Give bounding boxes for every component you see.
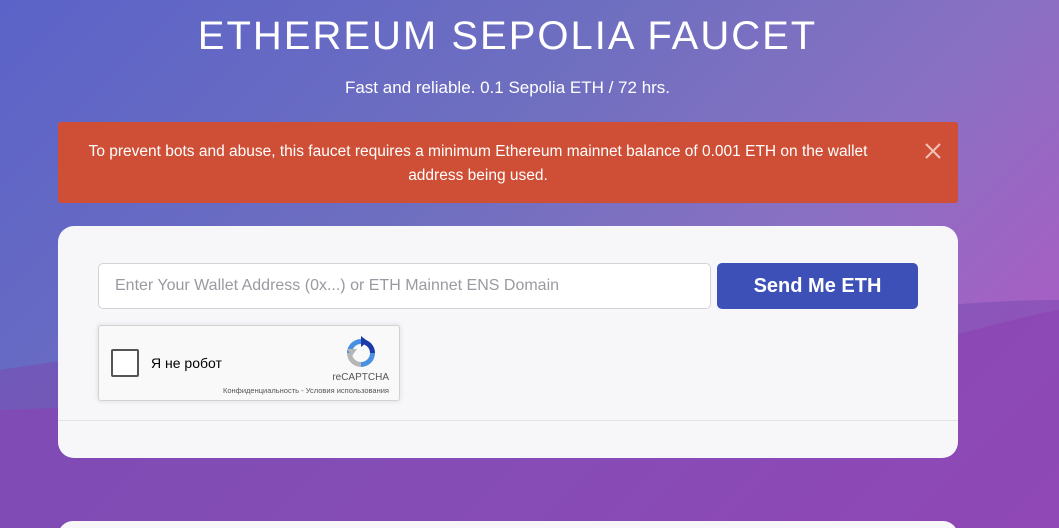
wallet-address-input[interactable] — [98, 263, 711, 309]
recaptcha-terms-link[interactable]: Условия использования — [306, 386, 389, 395]
recaptcha-links-separator: - — [301, 386, 304, 395]
alert-banner: To prevent bots and abuse, this faucet r… — [58, 122, 958, 203]
recaptcha-label: Я не робот — [151, 355, 222, 371]
card-divider — [58, 420, 958, 421]
recaptcha-widget: Я не робот reCAPTCHA Конфиденциальность … — [98, 325, 400, 401]
recaptcha-brand: reCAPTCHA — [332, 372, 389, 383]
page-subtitle: Fast and reliable. 0.1 Sepolia ETH / 72 … — [344, 78, 671, 97]
recaptcha-privacy-link[interactable]: Конфиденциальность — [223, 386, 299, 395]
recaptcha-links: Конфиденциальность - Условия использован… — [179, 386, 389, 395]
send-eth-button[interactable]: Send Me ETH — [717, 263, 918, 309]
secondary-card — [58, 521, 958, 528]
recaptcha-checkbox[interactable] — [111, 349, 139, 377]
faucet-form-card: Send Me ETH Я не робот reCAPTCHA Конфиде… — [58, 226, 958, 458]
page-title: ETHEREUM SEPOLIA FAUCET — [197, 14, 818, 58]
recaptcha-logo-icon — [344, 336, 378, 370]
alert-message: To prevent bots and abuse, this faucet r… — [88, 143, 868, 184]
close-icon[interactable] — [922, 140, 944, 162]
